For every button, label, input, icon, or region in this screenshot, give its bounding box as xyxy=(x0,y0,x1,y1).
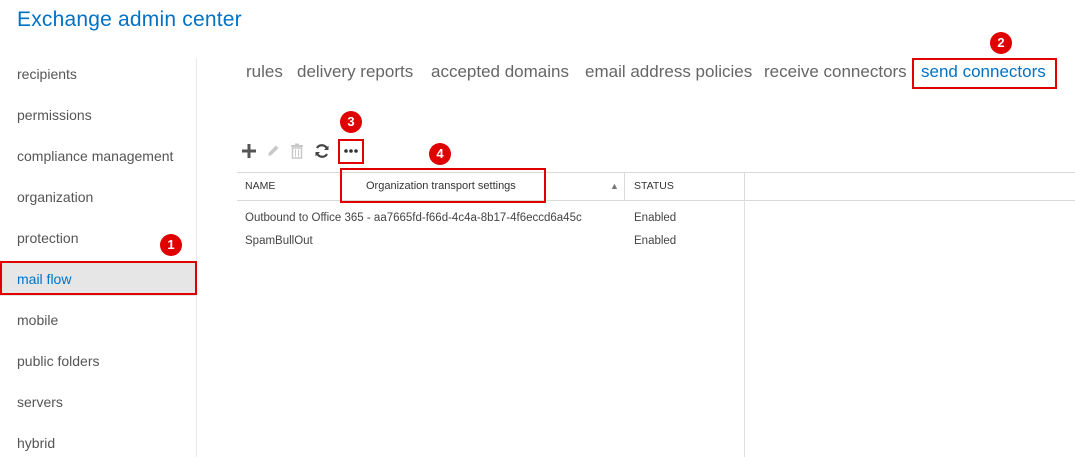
callout-badge-2: 2 xyxy=(990,32,1012,54)
sidebar-divider xyxy=(196,58,197,457)
column-status[interactable]: STATUS xyxy=(634,173,674,200)
tab-delivery-reports[interactable]: delivery reports xyxy=(297,62,413,82)
trash-icon[interactable] xyxy=(286,140,308,162)
sidebar-item-organization[interactable]: organization xyxy=(0,180,196,214)
sidebar-item-mobile[interactable]: mobile xyxy=(0,303,196,337)
tab-receive-connectors[interactable]: receive connectors xyxy=(764,62,907,82)
callout-badge-4: 4 xyxy=(429,143,451,165)
column-separator xyxy=(624,173,625,200)
row-name: Outbound to Office 365 - aa7665fd-f66d-4… xyxy=(245,212,582,224)
sidebar-item-hybrid[interactable]: hybrid xyxy=(0,426,196,460)
column-name[interactable]: NAME xyxy=(245,173,275,200)
tab-accepted-domains[interactable]: accepted domains xyxy=(431,62,569,82)
sidebar-item-servers[interactable]: servers xyxy=(0,385,196,419)
tab-rules[interactable]: rules xyxy=(246,62,283,82)
callout-badge-3: 3 xyxy=(340,111,362,133)
details-pane-divider xyxy=(744,199,745,457)
callout-box-more xyxy=(338,139,364,164)
table-row[interactable]: SpamBullOut xyxy=(245,231,313,251)
column-separator xyxy=(744,173,745,200)
sort-arrow-icon: ▲ xyxy=(610,181,619,191)
sidebar-item-permissions[interactable]: permissions xyxy=(0,98,196,132)
sidebar-item-compliance-management[interactable]: compliance management xyxy=(0,139,196,173)
callout-box-mail-flow xyxy=(0,261,197,295)
sidebar-item-public-folders[interactable]: public folders xyxy=(0,344,196,378)
page-title: Exchange admin center xyxy=(17,8,242,31)
callout-badge-1: 1 xyxy=(160,234,182,256)
refresh-icon[interactable] xyxy=(311,140,333,162)
table-row[interactable]: Outbound to Office 365 - aa7665fd-f66d-4… xyxy=(245,208,582,228)
pencil-icon[interactable] xyxy=(262,140,284,162)
plus-icon[interactable] xyxy=(238,140,260,162)
row-status: Enabled xyxy=(634,235,677,247)
callout-box-send-connectors xyxy=(912,58,1057,89)
sidebar-item-recipients[interactable]: recipients xyxy=(0,57,196,91)
callout-box-transport-settings xyxy=(340,168,546,203)
tab-email-address-policies[interactable]: email address policies xyxy=(585,62,752,82)
row-name: SpamBullOut xyxy=(245,235,313,247)
row-status: Enabled xyxy=(634,212,677,224)
